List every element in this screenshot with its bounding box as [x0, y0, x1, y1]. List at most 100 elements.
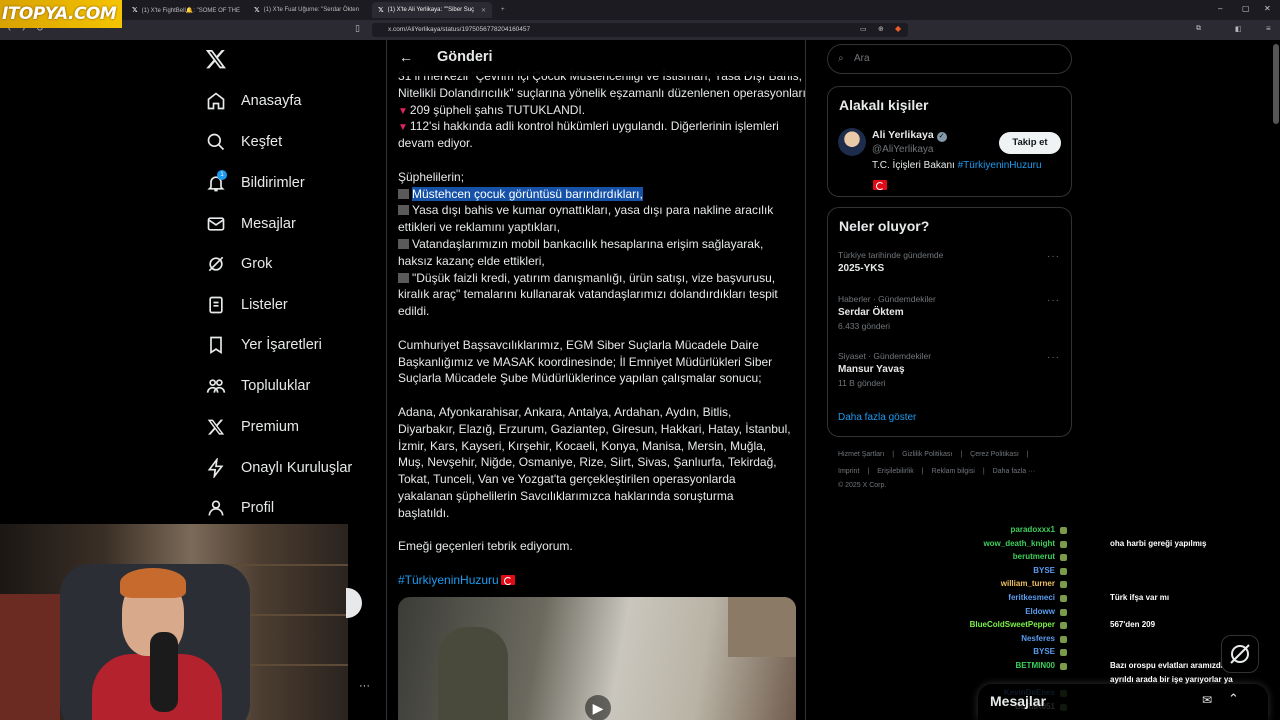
- person-handle[interactable]: @AliYerlikaya: [872, 144, 933, 155]
- chat-username[interactable]: BlueColdSweetPepper: [970, 620, 1055, 629]
- footer-link-accessibility[interactable]: Erişilebilirlik: [877, 468, 914, 475]
- search-placeholder: Ara: [854, 53, 870, 64]
- list-icon: [205, 294, 227, 316]
- sidebar-icon[interactable]: ◧: [1235, 25, 1242, 33]
- trend-name: 2025-YKS: [838, 263, 885, 274]
- bookmark-page-icon[interactable]: ▯: [355, 23, 360, 34]
- nav-item-profile[interactable]: Profil: [205, 494, 274, 522]
- trend-item[interactable]: Siyaset · Gündemdekiler Mansur Yavaş 11 …: [838, 351, 931, 388]
- x-home-logo-icon[interactable]: [205, 48, 229, 72]
- footer-separator: |: [982, 468, 985, 475]
- scrollbar[interactable]: [1273, 44, 1279, 124]
- trend-item[interactable]: Haberler · Gündemdekiler Serdar Öktem 6.…: [838, 294, 936, 331]
- extensions-icon[interactable]: ⧉: [1196, 25, 1201, 33]
- maximize-icon[interactable]: ▢: [1242, 4, 1250, 13]
- nav-label-grok: Grok: [241, 256, 273, 272]
- post-line-text: Cumhuriyet Başsavcılıklarımız, EGM Siber…: [398, 337, 759, 352]
- person-name[interactable]: Ali Yerlikaya ✓: [872, 129, 947, 142]
- grok-floating-button[interactable]: [1221, 635, 1259, 673]
- more-options-icon[interactable]: ···: [359, 680, 370, 692]
- nav-label-lists: Listeler: [241, 297, 288, 313]
- chat-username[interactable]: william_turner: [1001, 579, 1055, 588]
- browser-tab-active[interactable]: 𝕏 (1) X'te Ali Yerlikaya: ""Siber Suç ✕: [372, 2, 492, 18]
- close-tab-icon[interactable]: ✕: [481, 7, 486, 14]
- chat-username[interactable]: BYSE: [1033, 566, 1055, 575]
- avatar[interactable]: [838, 128, 866, 156]
- chat-text: 567'den 209: [1110, 620, 1156, 630]
- tab-label: (1) X'te Ali Yerlikaya: ""Siber Suç: [387, 7, 475, 13]
- screen-icon[interactable]: ▭: [860, 25, 867, 33]
- new-message-icon[interactable]: ✉: [1202, 693, 1212, 707]
- footer-link-terms[interactable]: Hizmet Şartları: [838, 451, 884, 458]
- more-options-icon[interactable]: ···: [1047, 251, 1060, 262]
- browser-tab-2[interactable]: 𝕏 (1) X'te Fuat Uğurne: "Serdar Ökten: [248, 2, 368, 18]
- new-tab-button[interactable]: +: [495, 2, 511, 18]
- chat-badge-icon: [1060, 663, 1067, 670]
- footer-link-more[interactable]: Daha fazla ···: [993, 468, 1035, 475]
- brave-shield-icon[interactable]: ◆: [895, 24, 901, 33]
- post-line: Emeği geçenleri tebrik ediyorum.: [398, 538, 798, 555]
- post-video[interactable]: ▶: [398, 597, 796, 720]
- menu-icon[interactable]: ≡: [1266, 24, 1271, 33]
- red-triangle-icon: ▼: [398, 105, 408, 117]
- expand-icon[interactable]: ⌃: [1228, 691, 1239, 707]
- search-input[interactable]: ⌕ Ara: [827, 44, 1072, 74]
- post-line-text: edildi.: [398, 304, 430, 319]
- chat-username[interactable]: BYSE: [1033, 647, 1055, 656]
- floating-handle[interactable]: [346, 588, 362, 618]
- search-icon: [205, 131, 227, 153]
- back-arrow-icon[interactable]: ←: [399, 49, 413, 65]
- trend-count: 11 B gönderi: [838, 378, 886, 388]
- chat-username[interactable]: feritkesmeci: [1008, 593, 1055, 602]
- post-line: Başkanlığımız ve MASAK koordinesinde; İl…: [398, 354, 798, 371]
- nav-item-lists[interactable]: Listeler: [205, 291, 288, 319]
- play-icon[interactable]: ▶: [585, 695, 611, 720]
- nav-item-verified-orgs[interactable]: Onaylı Kuruluşlar: [205, 454, 352, 482]
- nav-item-bookmarks[interactable]: Yer İşaretleri: [205, 331, 322, 359]
- footer-link-ads[interactable]: Reklam bilgisi: [932, 468, 975, 475]
- post-hashtag[interactable]: #TürkiyeninHuzuru: [398, 573, 499, 587]
- post-line-text: "Düşük faizli kredi, yatırım danışmanlığ…: [412, 270, 776, 285]
- chat-text: oha harbi gereği yapılmış: [1110, 538, 1207, 548]
- close-window-icon[interactable]: ✕: [1264, 4, 1271, 13]
- nav-item-communities[interactable]: Topluluklar: [205, 372, 310, 400]
- nav-item-messages[interactable]: Mesajlar: [205, 210, 296, 238]
- nav-item-premium[interactable]: Premium: [205, 413, 299, 441]
- nav-item-explore[interactable]: Keşfet: [205, 128, 282, 156]
- post-line-text: Tokat, Tunceli, Van ve Yozgat'ta gerçekl…: [398, 472, 736, 487]
- chat-username[interactable]: Nesferes: [1021, 634, 1055, 643]
- person-bio-hashtag[interactable]: #TürkiyeninHuzuru: [958, 160, 1042, 171]
- chat-username[interactable]: Eldoww: [1025, 607, 1055, 616]
- post-header: ← Gönderi: [387, 40, 805, 76]
- minimize-icon[interactable]: –: [1218, 4, 1222, 13]
- nav-item-home[interactable]: Anasayfa: [205, 87, 301, 115]
- url-bar[interactable]: x.com/AliYerlikaya/status/19750567782041…: [372, 23, 908, 37]
- microphone: [150, 632, 178, 712]
- show-more-link[interactable]: Daha fazla göster: [838, 412, 916, 423]
- messages-drawer[interactable]: Mesajlar ✉ ⌃: [978, 684, 1268, 720]
- post-line-text: Diyarbakır, Elazığ, Erzurum, Gaziantep, …: [398, 421, 791, 436]
- footer-link-imprint[interactable]: Imprint: [838, 468, 859, 475]
- chat-username[interactable]: berutmerut: [1013, 552, 1055, 561]
- verified-badge-icon: ✓: [936, 132, 947, 142]
- nav-label-explore: Keşfet: [241, 134, 283, 150]
- post-line: edildi.: [398, 303, 798, 320]
- people-icon: [205, 375, 227, 397]
- footer-link-privacy[interactable]: Gizlilik Politikası: [902, 451, 952, 458]
- more-options-icon[interactable]: ···: [1047, 295, 1060, 306]
- nav-item-grok[interactable]: Grok: [205, 250, 272, 278]
- chat-username[interactable]: BETMIN00: [1015, 661, 1055, 670]
- chat-username[interactable]: paradoxxx1: [1011, 525, 1055, 534]
- url-text: x.com/AliYerlikaya/status/19750567782041…: [388, 26, 531, 33]
- follow-button[interactable]: Takip et: [999, 132, 1061, 154]
- square-bullet-icon: [398, 238, 409, 249]
- footer-link-cookies[interactable]: Çerez Politikası: [970, 451, 1019, 458]
- post-line: İzmir, Kars, Kayseri, Kırşehir, Kocaeli,…: [398, 438, 798, 455]
- browser-tab-1[interactable]: 𝕏 (1) X'te FightBell🔔: "SOME OF THE: [126, 2, 246, 18]
- zoom-icon[interactable]: ⊕: [878, 25, 884, 33]
- chat-username[interactable]: wow_death_knight: [983, 539, 1055, 548]
- chat-badge-icon: [1060, 595, 1067, 602]
- footer-separator: |: [960, 451, 963, 458]
- more-options-icon[interactable]: ···: [1047, 352, 1060, 363]
- trend-item[interactable]: Türkiye tarihinde gündemde 2025-YKS: [838, 250, 943, 274]
